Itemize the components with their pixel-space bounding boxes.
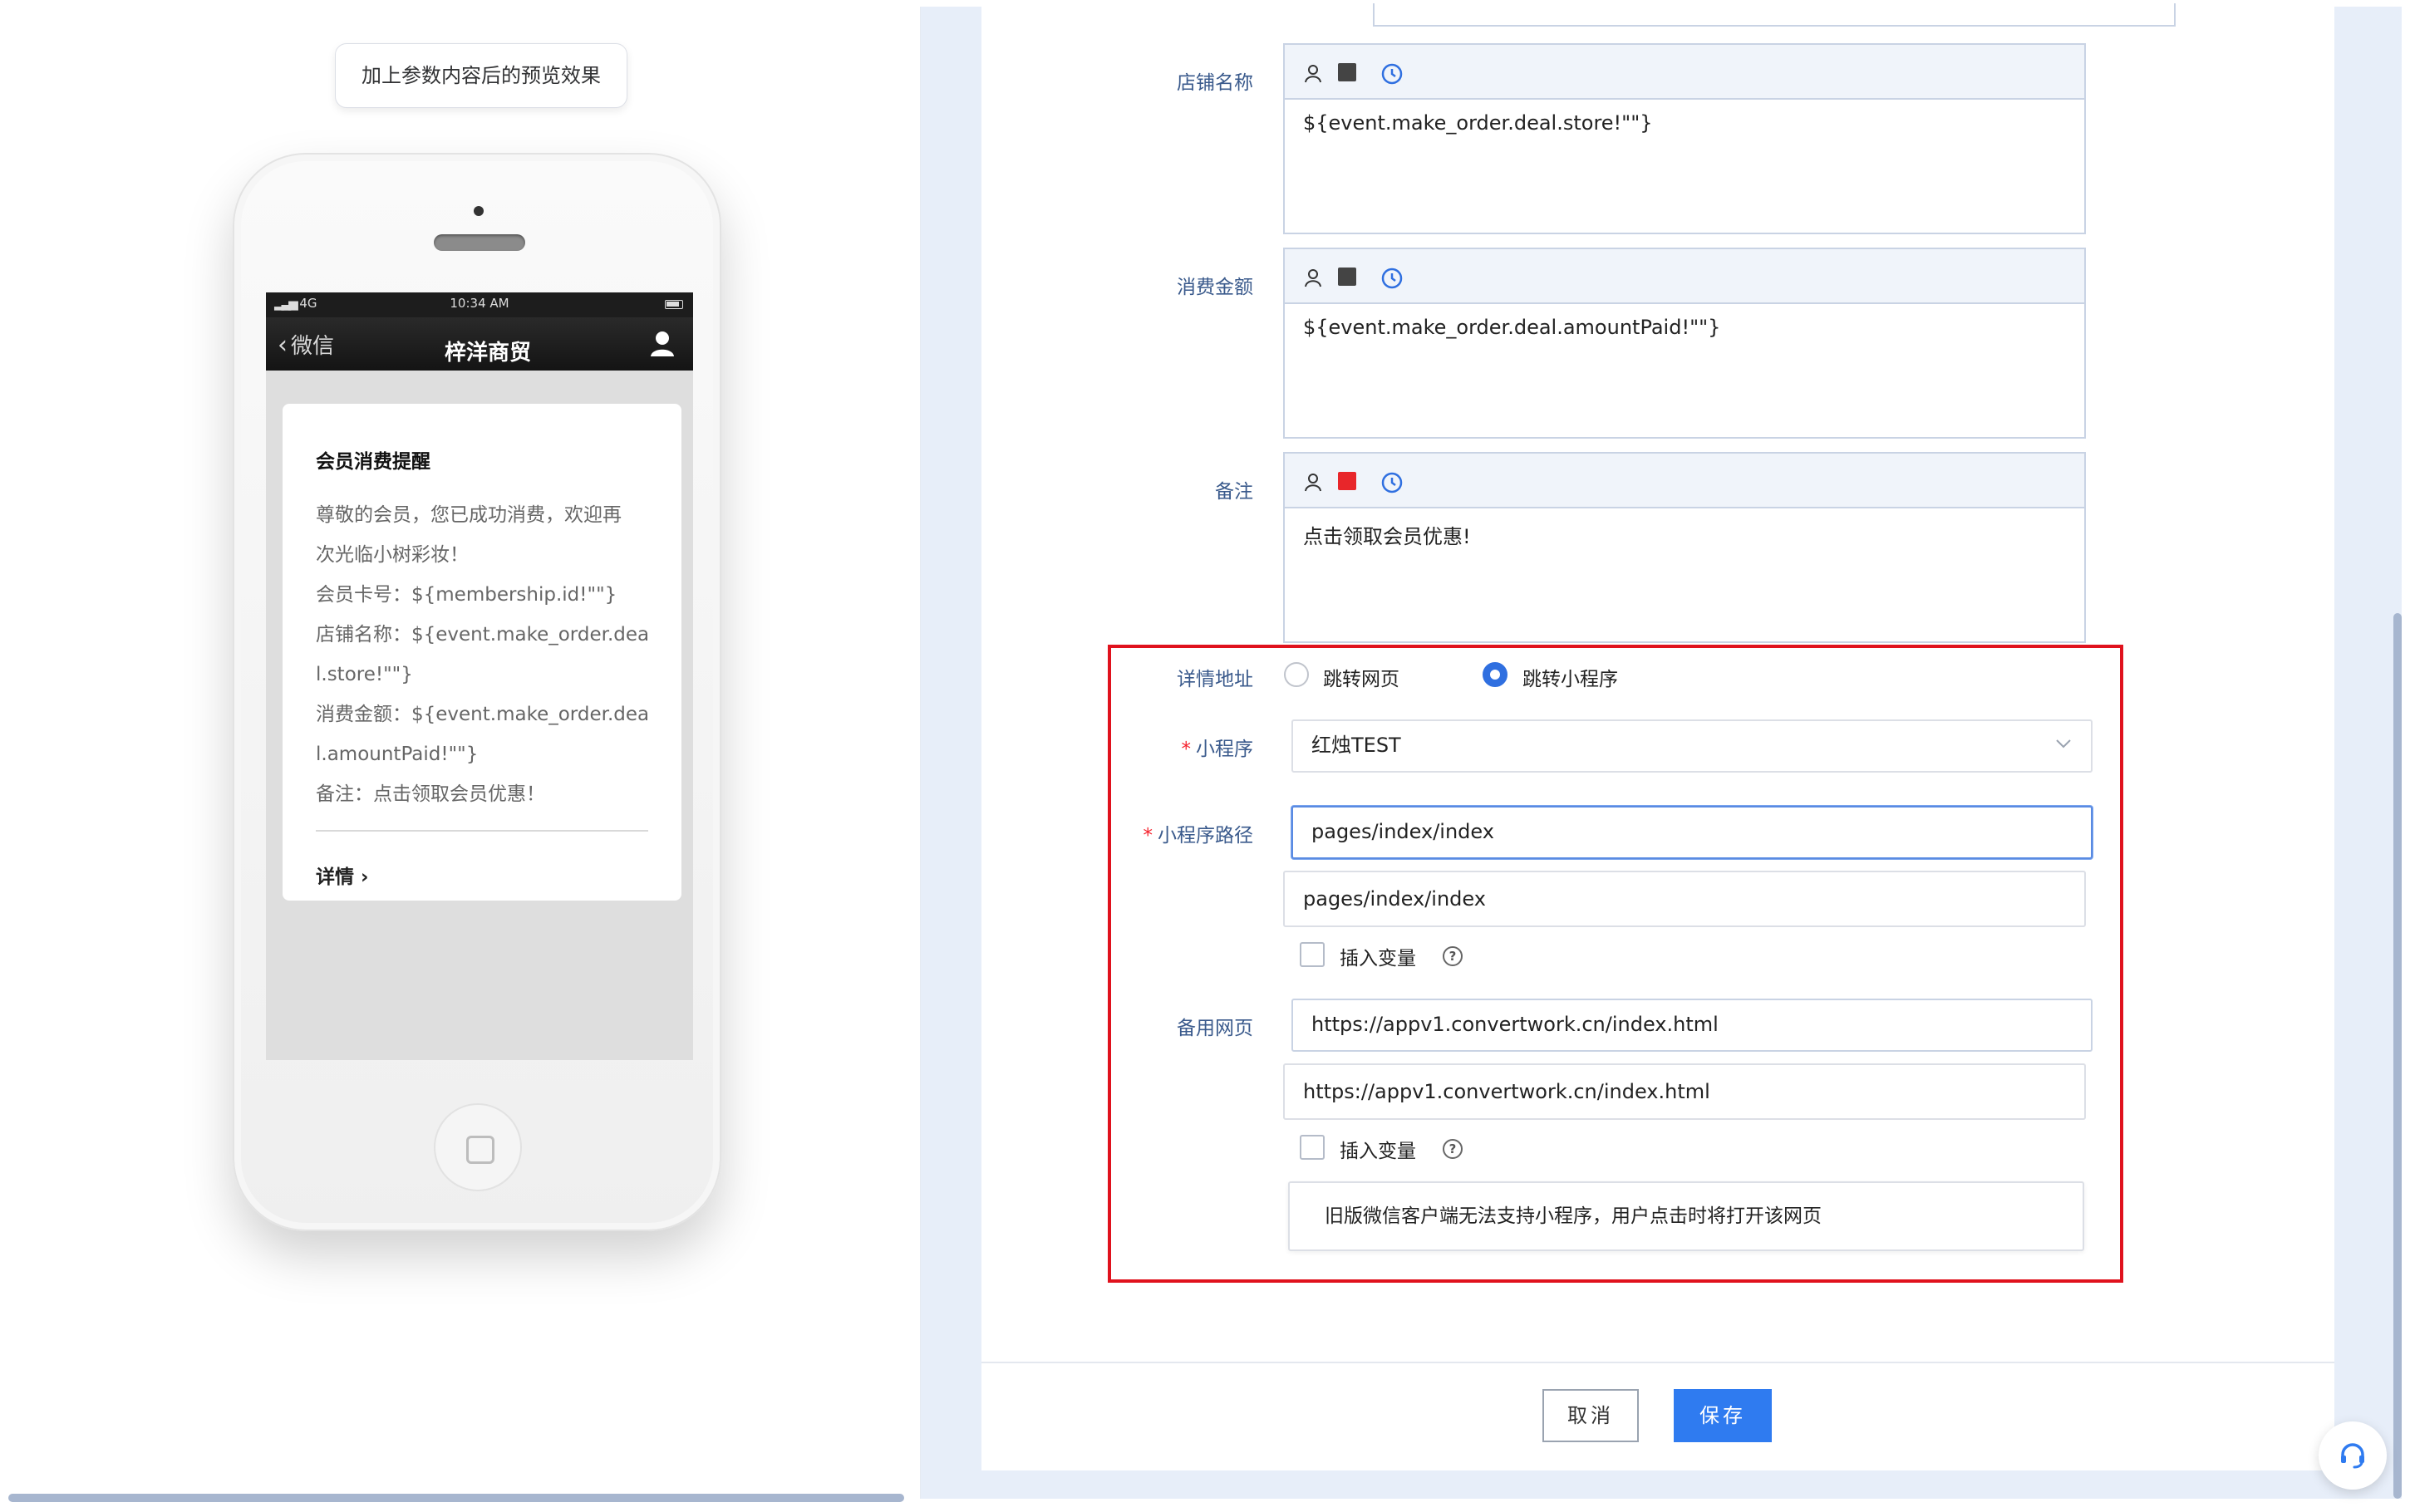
home-button	[434, 1103, 522, 1191]
store-name-editor: ${event.make_order.deal.store!""}	[1283, 43, 2086, 234]
user-icon[interactable]	[650, 331, 675, 357]
editor-toolbar	[1285, 45, 2084, 100]
card-line: 消费金额：${event.make_order.dea	[316, 704, 650, 725]
card-detail-link[interactable]: 详情 ›	[316, 861, 369, 889]
preview-panel: 加上参数内容后的预览效果 ▂▃▅ 4G 10:34 AM ‹ 微信 梓洋商贸 会…	[8, 7, 921, 1502]
radio-mini-program[interactable]	[1483, 662, 1507, 687]
required-mark: *	[1181, 739, 1192, 760]
cancel-button[interactable]: 取消	[1542, 1389, 1639, 1442]
amount-value[interactable]: ${event.make_order.deal.amountPaid!""}	[1303, 316, 1720, 339]
nav-title: 梓洋商贸	[444, 341, 531, 366]
clock-icon[interactable]	[1381, 268, 1403, 289]
radio-web-page-label[interactable]: 跳转网页	[1323, 663, 1399, 691]
card-line: 备注：点击领取会员优惠！	[316, 783, 545, 805]
mini-program-label: * 小程序	[1181, 739, 1254, 760]
horizontal-scrollbar[interactable]	[8, 1494, 904, 1502]
save-button[interactable]: 保存	[1674, 1389, 1772, 1442]
card-line: l.amountPaid!""}	[316, 744, 479, 765]
store-name-label: 店铺名称	[1177, 72, 1253, 94]
mini-program-path-preview: pages/index/index	[1283, 871, 2086, 927]
card-line: 尊敬的会员，您已成功消费，欢迎再	[316, 504, 622, 526]
wechat-nav-bar: ‹ 微信 梓洋商贸	[266, 317, 693, 371]
message-card: 会员消费提醒 尊敬的会员，您已成功消费，欢迎再 次光临小树彩妆！ 会员卡号：${…	[283, 404, 681, 901]
headset-icon	[2341, 1443, 2364, 1469]
card-line: 次光临小树彩妆！	[316, 544, 469, 566]
mini-program-select[interactable]: 红烛TEST	[1291, 719, 2093, 773]
status-time: 10:34 AM	[450, 296, 509, 311]
backup-page-preview: https://appv1.convertwork.cn/index.html	[1283, 1063, 2086, 1120]
card-divider	[316, 830, 648, 832]
help-icon[interactable]: ?	[1443, 1139, 1463, 1159]
insert-variable-label[interactable]: 插入变量	[1340, 942, 1416, 970]
phone-speaker	[434, 234, 525, 251]
remark-label: 备注	[1215, 481, 1253, 503]
card-title: 会员消费提醒	[316, 451, 430, 473]
mini-program-path-label: * 小程序路径	[1143, 825, 1254, 847]
backup-page-input[interactable]: https://appv1.convertwork.cn/index.html	[1291, 999, 2093, 1052]
amount-label: 消费金额	[1177, 277, 1253, 298]
color-swatch-icon[interactable]	[1338, 268, 1356, 286]
color-swatch-icon[interactable]	[1338, 63, 1356, 81]
editor-toolbar	[1285, 249, 2084, 304]
radio-mini-program-label[interactable]: 跳转小程序	[1522, 663, 1618, 691]
phone-mockup: ▂▃▅ 4G 10:34 AM ‹ 微信 梓洋商贸 会员消费提醒 尊敬的会员，您…	[233, 153, 721, 1231]
radio-web-page[interactable]	[1284, 662, 1309, 687]
insert-variable-checkbox[interactable]	[1300, 942, 1325, 967]
card-line: 店铺名称：${event.make_order.dea	[316, 624, 650, 646]
card-line: l.store!""}	[316, 664, 413, 685]
card-body: 尊敬的会员，您已成功消费，欢迎再 次光临小树彩妆！ 会员卡号：${members…	[316, 495, 665, 814]
vertical-scrollbar[interactable]	[2393, 613, 2402, 1499]
user-icon[interactable]	[1303, 268, 1323, 287]
required-mark: *	[1143, 825, 1153, 847]
phone-camera	[474, 206, 484, 216]
status-bar: ▂▃▅ 4G 10:34 AM	[266, 292, 693, 317]
clock-icon[interactable]	[1381, 63, 1403, 85]
detail-label: 详情	[316, 866, 354, 888]
amount-editor: ${event.make_order.deal.amountPaid!""}	[1283, 248, 2086, 439]
clock-icon[interactable]	[1381, 472, 1403, 493]
mini-program-path-input[interactable]: pages/index/index	[1291, 806, 2093, 859]
phone-screen: ▂▃▅ 4G 10:34 AM ‹ 微信 梓洋商贸 会员消费提醒 尊敬的会员，您…	[266, 292, 693, 1060]
card-line: 会员卡号：${membership.id!""}	[316, 584, 617, 606]
insert-variable-checkbox[interactable]	[1300, 1135, 1325, 1160]
user-icon[interactable]	[1303, 472, 1323, 492]
mini-program-value: 红烛TEST	[1311, 734, 1401, 757]
detail-address-label: 详情地址	[1177, 669, 1253, 690]
preview-caption: 加上参数内容后的预览效果	[335, 43, 627, 108]
insert-variable-label[interactable]: 插入变量	[1340, 1135, 1416, 1163]
backup-page-tip: 旧版微信客户端无法支持小程序，用户点击时将打开该网页	[1288, 1181, 2084, 1251]
chevron-down-icon	[2056, 739, 2071, 749]
remark-value[interactable]: 点击领取会员优惠!	[1303, 520, 1471, 549]
prev-field-box	[1373, 3, 2176, 27]
color-swatch-icon[interactable]	[1338, 472, 1356, 490]
remark-editor: 点击领取会员优惠!	[1283, 452, 2086, 643]
battery-icon	[665, 300, 683, 309]
chevron-right-icon: ›	[361, 866, 369, 888]
editor-toolbar	[1285, 454, 2084, 508]
backup-page-label: 备用网页	[1177, 1018, 1253, 1039]
store-name-value[interactable]: ${event.make_order.deal.store!""}	[1303, 111, 1653, 135]
user-icon[interactable]	[1303, 63, 1323, 83]
help-icon[interactable]: ?	[1443, 946, 1463, 966]
footer-divider	[981, 1362, 2334, 1363]
customer-support-button[interactable]	[2319, 1421, 2387, 1490]
